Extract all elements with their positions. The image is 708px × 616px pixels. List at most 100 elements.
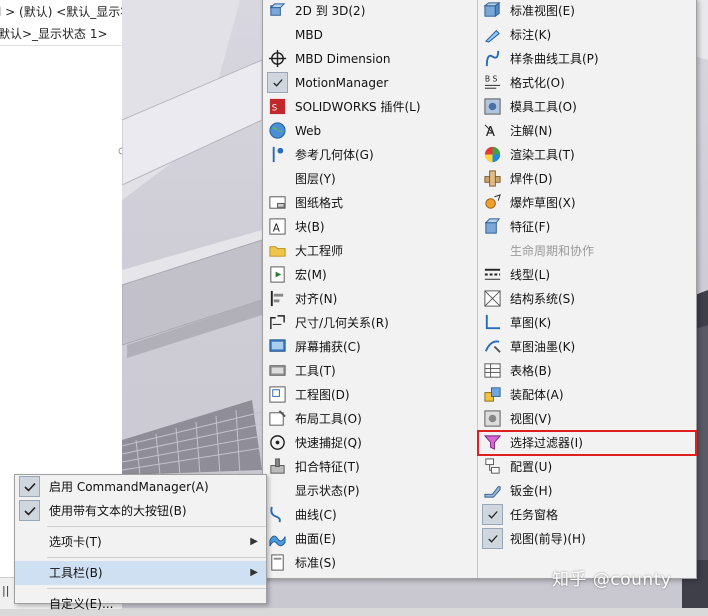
- menu-item-label: 表格(B): [510, 364, 552, 378]
- menu-item-label: 块(B): [295, 220, 325, 234]
- toolbar-item-right-8[interactable]: 爆炸草图(X): [478, 191, 696, 215]
- structure-system-icon: [483, 289, 502, 308]
- menu-item-label: 标准视图(E): [510, 4, 575, 18]
- align-icon: [268, 289, 287, 308]
- toolbar-item-right-12[interactable]: 结构系统(S): [478, 287, 696, 311]
- toolbar-item-right-2[interactable]: 样条曲线工具(P): [478, 47, 696, 71]
- tree-node-display-state-1[interactable]: 默认>_显示状态 1>: [0, 25, 108, 42]
- menu-item-label: 曲面(E): [295, 532, 336, 546]
- toolbars-column-right: 标准视图(E) 标注(K) 样条曲线工具(P) B S 格式化(O) 模具工具(O) A 注解(…: [477, 0, 697, 551]
- menu-item-label: 线型(L): [510, 268, 551, 282]
- menu-item-label: 样条曲线工具(P): [510, 52, 599, 66]
- checkmark-icon: [267, 72, 288, 93]
- toolbar-item-left-14[interactable]: 屏幕捕获(C): [263, 335, 477, 359]
- toolbar-item-right-17[interactable]: 视图(V): [478, 407, 696, 431]
- toolbar-item-left-2[interactable]: MBD Dimension: [263, 47, 477, 71]
- toolbar-item-left-8[interactable]: 图纸格式: [263, 191, 477, 215]
- toolbar-item-right-11[interactable]: 线型(L): [478, 263, 696, 287]
- toolbar-item-right-16[interactable]: 装配体(A): [478, 383, 696, 407]
- menu-item-toolbars[interactable]: 工具栏(B) ▶: [15, 561, 266, 585]
- toolbar-item-left-3[interactable]: MotionManager: [263, 71, 477, 95]
- toolbar-item-right-19[interactable]: 配置(U): [478, 455, 696, 479]
- toolbar-item-right-21[interactable]: 任务窗格: [478, 503, 696, 527]
- toolbar-item-left-12[interactable]: 对齐(N): [263, 287, 477, 311]
- menu-item-label: SOLIDWORKS 插件(L): [295, 100, 421, 114]
- menu-separator: [47, 588, 266, 589]
- toolbar-item-right-10: 生命周期和协作: [478, 239, 696, 263]
- toolbar-item-right-3[interactable]: B S 格式化(O): [478, 71, 696, 95]
- menu-separator: [47, 557, 266, 558]
- toolbar-item-right-7[interactable]: 焊件(D): [478, 167, 696, 191]
- toolbar-item-right-9[interactable]: 特征(F): [478, 215, 696, 239]
- toolbar-item-left-4[interactable]: S SOLIDWORKS 插件(L): [263, 95, 477, 119]
- toolbar-item-right-14[interactable]: 草图油墨(K): [478, 335, 696, 359]
- tree-node-display-state[interactable]: l > (默认) <默认_显示状: [0, 3, 132, 20]
- toolbar-item-left-10[interactable]: 大工程师: [263, 239, 477, 263]
- menu-item-label: 标注(K): [510, 28, 552, 42]
- menu-item-label: 生命周期和协作: [510, 244, 595, 258]
- tree-divider: [0, 45, 122, 46]
- menu-item-enable-commandmanager[interactable]: 启用 CommandManager(A): [15, 475, 266, 499]
- toolbar-item-left-7[interactable]: 图层(Y): [263, 167, 477, 191]
- menu-item-label: MotionManager: [295, 76, 389, 90]
- toolbar-item-right-6[interactable]: 渲染工具(T): [478, 143, 696, 167]
- curves-icon: [268, 505, 287, 524]
- toolbar-item-left-18[interactable]: 快速捕捉(Q): [263, 431, 477, 455]
- menu-item-label: 焊件(D): [510, 172, 553, 186]
- toolbar-item-left-19[interactable]: 扣合特征(T): [263, 455, 477, 479]
- toolbar-item-right-18[interactable]: 选择过滤器(I): [477, 430, 697, 456]
- toolbar-item-right-0[interactable]: 标准视图(E): [478, 0, 696, 23]
- standard-icon: [268, 553, 287, 572]
- table-icon: [483, 361, 502, 380]
- menu-item-label: 标准(S): [295, 556, 336, 570]
- toolbar-item-left-6[interactable]: 参考几何体(G): [263, 143, 477, 167]
- toolbar-item-right-13[interactable]: 草图(K): [478, 311, 696, 335]
- toolbar-item-right-22[interactable]: 视图(前导)(H): [478, 527, 696, 551]
- toolbar-item-left-13[interactable]: 尺寸/几何关系(R): [263, 311, 477, 335]
- menu-item-label: MBD: [295, 28, 323, 42]
- menu-item-label: 图纸格式: [295, 196, 344, 210]
- menu-item-label: 视图(V): [510, 412, 552, 426]
- toolbar-item-right-4[interactable]: 模具工具(O): [478, 95, 696, 119]
- menu-item-label: 草图(K): [510, 316, 552, 330]
- quick-snap-icon: [268, 433, 287, 452]
- toolbar-item-left-16[interactable]: 工程图(D): [263, 383, 477, 407]
- toolbar-item-left-5[interactable]: Web: [263, 119, 477, 143]
- toolbar-item-left-23[interactable]: 标准(S): [263, 551, 477, 575]
- commandmanager-context-menu: 启用 CommandManager(A) 使用带有文本的大按钮(B) 选项卡(T…: [14, 474, 267, 611]
- fastening-features-icon: [268, 457, 287, 476]
- menu-item-label: 图层(Y): [295, 172, 336, 186]
- menu-item-label: 曲线(C): [295, 508, 337, 522]
- menu-item-large-buttons-with-text[interactable]: 使用带有文本的大按钮(B): [15, 499, 266, 523]
- menu-item-label: 使用带有文本的大按钮(B): [49, 504, 187, 518]
- drawing-icon: [268, 385, 287, 404]
- keyboard-model: [122, 400, 263, 476]
- toolbar-item-right-1[interactable]: 标注(K): [478, 23, 696, 47]
- svg-text:B: B: [485, 75, 490, 84]
- toolbar-item-left-21[interactable]: 曲线(C): [263, 503, 477, 527]
- render-tools-icon: [483, 145, 502, 164]
- menu-item-label: 启用 CommandManager(A): [49, 480, 209, 494]
- menu-item-customize[interactable]: 自定义(E)...: [15, 592, 266, 616]
- toolbar-item-right-20[interactable]: 钣金(H): [478, 479, 696, 503]
- toolbar-item-left-17[interactable]: 布局工具(O): [263, 407, 477, 431]
- menu-item-tabs[interactable]: 选项卡(T) ▶: [15, 530, 266, 554]
- screen-capture-icon: [268, 337, 287, 356]
- mold-tools-icon: [483, 97, 502, 116]
- toolbar-item-right-5[interactable]: A 注解(N): [478, 119, 696, 143]
- menu-item-label: 模具工具(O): [510, 100, 577, 114]
- menu-item-label: 爆炸草图(X): [510, 196, 576, 210]
- toolbar-item-left-9[interactable]: A 块(B): [263, 215, 477, 239]
- menu-item-label: 自定义(E)...: [49, 597, 114, 611]
- toolbar-item-left-1[interactable]: MBD: [263, 23, 477, 47]
- menu-item-label: 结构系统(S): [510, 292, 575, 306]
- menu-item-label: 显示状态(P): [295, 484, 360, 498]
- toolbar-item-left-15[interactable]: 工具(T): [263, 359, 477, 383]
- toolbar-item-left-0[interactable]: 2D 到 3D(2): [263, 0, 477, 23]
- view-icon: [483, 409, 502, 428]
- toolbar-item-left-20[interactable]: 显示状态(P): [263, 479, 477, 503]
- menu-item-label: 配置(U): [510, 460, 553, 474]
- toolbar-item-left-22[interactable]: 曲面(E): [263, 527, 477, 551]
- toolbar-item-right-15[interactable]: 表格(B): [478, 359, 696, 383]
- toolbar-item-left-11[interactable]: 宏(M): [263, 263, 477, 287]
